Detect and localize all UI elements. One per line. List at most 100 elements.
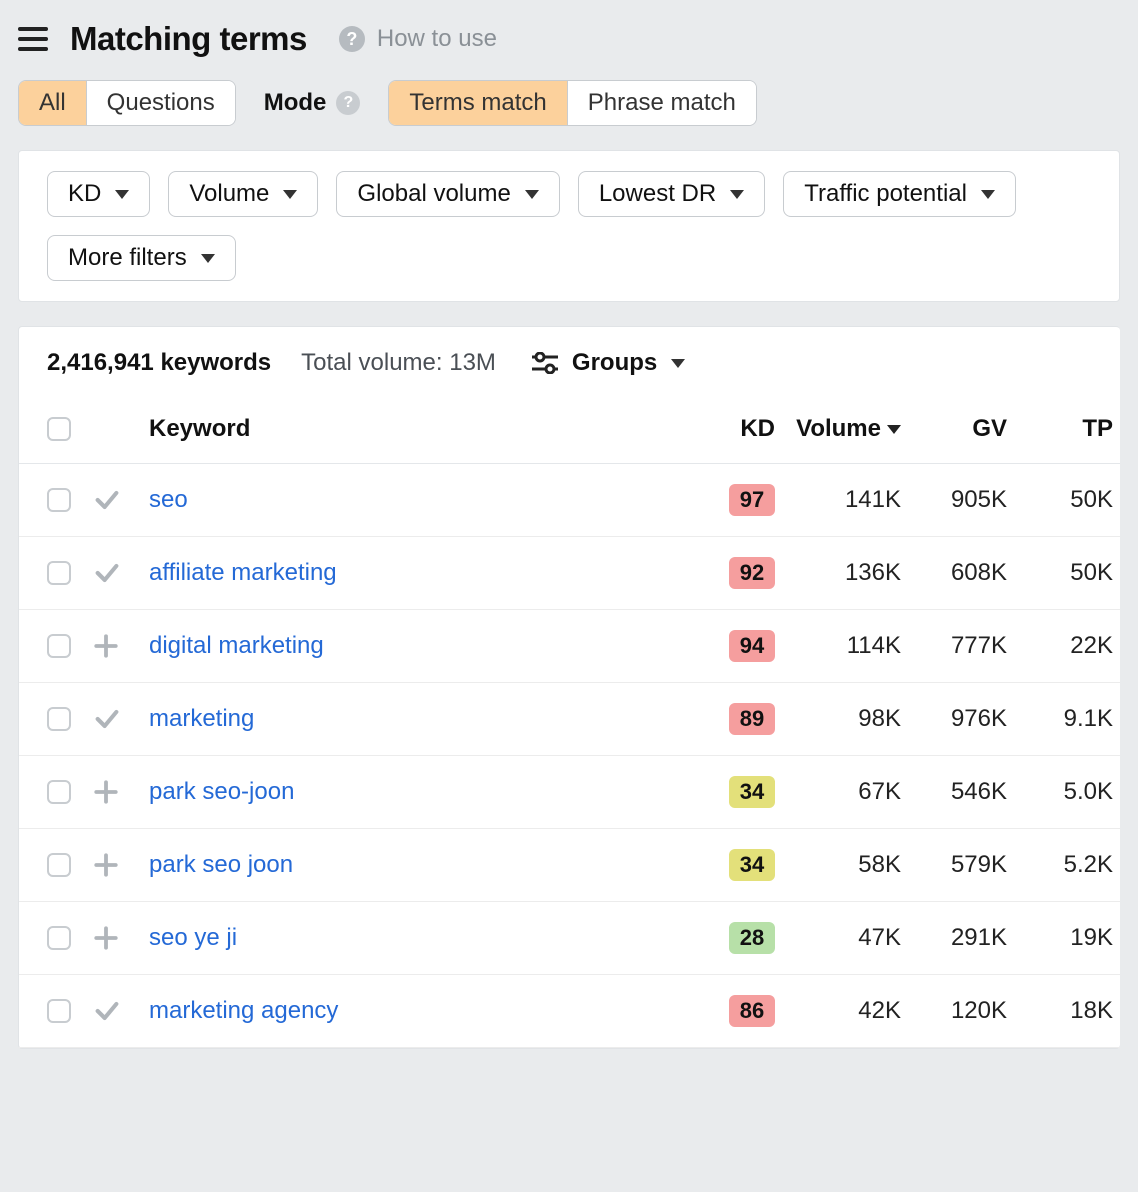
- check-icon[interactable]: [93, 486, 143, 514]
- tp-cell: 18K: [1013, 997, 1113, 1025]
- keyword-link[interactable]: seo: [149, 486, 188, 513]
- check-icon[interactable]: [93, 705, 143, 733]
- kd-badge: 94: [729, 630, 775, 662]
- table-row: seo 97141K905K50K: [19, 464, 1120, 537]
- filter-traffic-potential[interactable]: Traffic potential: [783, 171, 1016, 217]
- table-row: digital marketing 94114K777K22K: [19, 610, 1120, 683]
- col-volume[interactable]: Volume: [781, 415, 901, 443]
- mode-tabs: Terms match Phrase match: [388, 80, 756, 126]
- keyword-link[interactable]: marketing: [149, 705, 254, 732]
- col-gv[interactable]: GV: [907, 415, 1007, 443]
- tp-cell: 50K: [1013, 486, 1113, 514]
- tp-cell: 5.0K: [1013, 778, 1113, 806]
- volume-cell: 58K: [781, 851, 901, 879]
- filter-volume[interactable]: Volume: [168, 171, 318, 217]
- filter-global-volume[interactable]: Global volume: [336, 171, 559, 217]
- type-tabs: All Questions: [18, 80, 236, 126]
- chevron-down-icon: [525, 190, 539, 199]
- filter-more[interactable]: More filters: [47, 235, 236, 281]
- kd-badge: 92: [729, 557, 775, 589]
- volume-cell: 67K: [781, 778, 901, 806]
- tab-all[interactable]: All: [19, 81, 86, 125]
- help-link[interactable]: How to use: [377, 25, 497, 53]
- mode-label: Mode ?: [264, 89, 361, 117]
- keyword-link[interactable]: digital marketing: [149, 632, 324, 659]
- kd-badge: 34: [729, 849, 775, 881]
- page-title: Matching terms: [70, 20, 307, 58]
- keyword-link[interactable]: seo ye ji: [149, 924, 237, 951]
- tab-phrase-match[interactable]: Phrase match: [567, 81, 756, 125]
- chevron-down-icon: [115, 190, 129, 199]
- sort-desc-icon: [887, 425, 901, 434]
- row-checkbox[interactable]: [47, 634, 71, 658]
- row-checkbox[interactable]: [47, 926, 71, 950]
- tab-terms-match[interactable]: Terms match: [389, 81, 566, 125]
- table-row: park seo-joon 3467K546K5.0K: [19, 756, 1120, 829]
- col-tp[interactable]: TP: [1013, 415, 1113, 443]
- help-icon[interactable]: ?: [339, 26, 365, 52]
- keyword-link[interactable]: affiliate marketing: [149, 559, 337, 586]
- groups-dropdown[interactable]: Groups: [572, 349, 657, 377]
- menu-icon[interactable]: [18, 25, 48, 53]
- total-volume: Total volume: 13M: [301, 349, 496, 377]
- volume-cell: 98K: [781, 705, 901, 733]
- plus-icon[interactable]: [93, 925, 143, 951]
- check-icon[interactable]: [93, 997, 143, 1025]
- gv-cell: 579K: [907, 851, 1007, 879]
- volume-cell: 136K: [781, 559, 901, 587]
- tp-cell: 19K: [1013, 924, 1113, 952]
- keyword-link[interactable]: park seo joon: [149, 851, 293, 878]
- plus-icon[interactable]: [93, 852, 143, 878]
- table-row: marketing 8998K976K9.1K: [19, 683, 1120, 756]
- kd-badge: 28: [729, 922, 775, 954]
- keyword-count: 2,416,941 keywords: [47, 349, 271, 377]
- volume-cell: 114K: [781, 632, 901, 660]
- filter-lowest-dr[interactable]: Lowest DR: [578, 171, 765, 217]
- table-row: seo ye ji 2847K291K19K: [19, 902, 1120, 975]
- table-row: park seo joon 3458K579K5.2K: [19, 829, 1120, 902]
- keyword-link[interactable]: marketing agency: [149, 997, 338, 1024]
- volume-cell: 42K: [781, 997, 901, 1025]
- chevron-down-icon: [671, 359, 685, 368]
- tp-cell: 9.1K: [1013, 705, 1113, 733]
- check-icon[interactable]: [93, 559, 143, 587]
- row-checkbox[interactable]: [47, 561, 71, 585]
- table-row: affiliate marketing 92136K608K50K: [19, 537, 1120, 610]
- keyword-link[interactable]: park seo-joon: [149, 778, 294, 805]
- gv-cell: 976K: [907, 705, 1007, 733]
- gv-cell: 546K: [907, 778, 1007, 806]
- row-checkbox[interactable]: [47, 707, 71, 731]
- filter-kd[interactable]: KD: [47, 171, 150, 217]
- gv-cell: 608K: [907, 559, 1007, 587]
- row-checkbox[interactable]: [47, 488, 71, 512]
- col-keyword[interactable]: Keyword: [149, 415, 679, 443]
- row-checkbox[interactable]: [47, 780, 71, 804]
- chevron-down-icon: [981, 190, 995, 199]
- row-checkbox[interactable]: [47, 853, 71, 877]
- tp-cell: 50K: [1013, 559, 1113, 587]
- plus-icon[interactable]: [93, 779, 143, 805]
- tab-questions[interactable]: Questions: [86, 81, 235, 125]
- gv-cell: 120K: [907, 997, 1007, 1025]
- table-row: marketing agency 8642K120K18K: [19, 975, 1120, 1048]
- kd-badge: 89: [729, 703, 775, 735]
- kd-badge: 86: [729, 995, 775, 1027]
- plus-icon[interactable]: [93, 633, 143, 659]
- chevron-down-icon: [730, 190, 744, 199]
- chevron-down-icon: [201, 254, 215, 263]
- chevron-down-icon: [283, 190, 297, 199]
- sliders-icon[interactable]: [532, 352, 558, 374]
- volume-cell: 47K: [781, 924, 901, 952]
- gv-cell: 291K: [907, 924, 1007, 952]
- tp-cell: 22K: [1013, 632, 1113, 660]
- select-all-checkbox[interactable]: [47, 417, 71, 441]
- volume-cell: 141K: [781, 486, 901, 514]
- kd-badge: 34: [729, 776, 775, 808]
- tp-cell: 5.2K: [1013, 851, 1113, 879]
- gv-cell: 905K: [907, 486, 1007, 514]
- row-checkbox[interactable]: [47, 999, 71, 1023]
- gv-cell: 777K: [907, 632, 1007, 660]
- kd-badge: 97: [729, 484, 775, 516]
- col-kd[interactable]: KD: [685, 415, 775, 443]
- mode-help-icon[interactable]: ?: [336, 91, 360, 115]
